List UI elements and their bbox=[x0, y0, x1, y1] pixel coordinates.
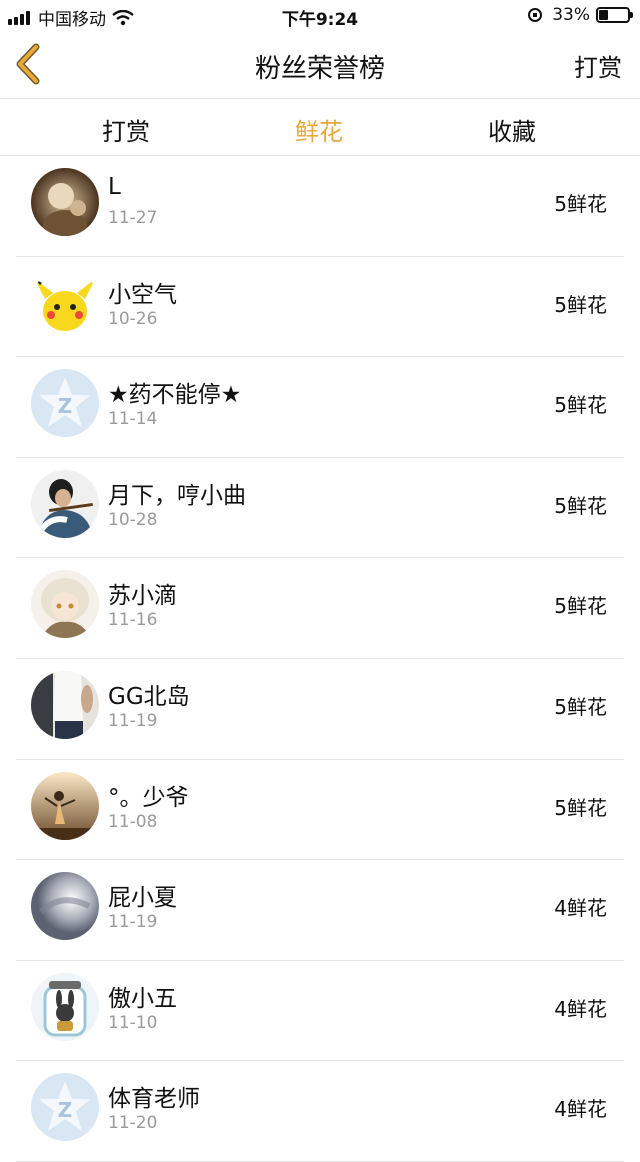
fan-list-item[interactable]: Z 体育老师 11-20 4鲜花 bbox=[0, 1061, 640, 1162]
fan-date: 11-08 bbox=[108, 811, 158, 832]
fan-date: 11-19 bbox=[108, 912, 158, 933]
orientation-lock-icon bbox=[528, 8, 543, 22]
tab-favorites[interactable]: 收藏 bbox=[452, 112, 572, 147]
flower-count: 4鲜花 bbox=[554, 1097, 607, 1122]
fan-list-item[interactable]: 屁小夏 11-19 4鲜花 bbox=[0, 860, 640, 961]
fan-list: L 11-27 5鲜花 小空气 10-26 5鲜花 Z ★药不能停★ 11-14 5鲜花 月下，哼小… bbox=[0, 156, 640, 1162]
flower-count: 4鲜花 bbox=[554, 996, 607, 1021]
fan-list-item[interactable]: °。少爷 11-08 5鲜花 bbox=[0, 760, 640, 861]
fan-date: 11-27 bbox=[108, 208, 158, 228]
fan-date: 11-14 bbox=[108, 409, 158, 430]
fan-list-item[interactable]: GG北岛 11-19 5鲜花 bbox=[0, 659, 640, 760]
fan-name: L bbox=[108, 174, 121, 200]
fan-list-item[interactable]: L 11-27 5鲜花 bbox=[0, 156, 640, 257]
fan-list-item[interactable]: 小空气 10-26 5鲜花 bbox=[0, 257, 640, 358]
avatar[interactable]: Z bbox=[31, 1073, 99, 1142]
fan-list-item[interactable]: 苏小滴 11-16 5鲜花 bbox=[0, 558, 640, 659]
flower-count: 4鲜花 bbox=[554, 896, 607, 921]
fan-name: 体育老师 bbox=[108, 1086, 200, 1113]
avatar[interactable] bbox=[31, 268, 99, 337]
fan-date: 10-26 bbox=[108, 308, 158, 329]
fan-date: 11-10 bbox=[108, 1012, 158, 1033]
avatar[interactable] bbox=[31, 570, 99, 639]
fan-date: 11-19 bbox=[108, 710, 158, 731]
fan-name: ★药不能停★ bbox=[108, 382, 242, 409]
reward-button[interactable]: 打赏 bbox=[574, 48, 622, 83]
page-title: 粉丝荣誉榜 bbox=[254, 54, 385, 84]
fan-date: 11-20 bbox=[108, 1113, 158, 1134]
fan-name: 苏小滴 bbox=[108, 583, 177, 610]
flower-count: 5鲜花 bbox=[554, 292, 607, 317]
fan-name: 小空气 bbox=[108, 281, 177, 308]
flower-count: 5鲜花 bbox=[554, 192, 607, 216]
battery-percent: 33% bbox=[552, 5, 590, 25]
avatar[interactable] bbox=[31, 168, 99, 236]
avatar[interactable] bbox=[31, 469, 99, 538]
tab-reward[interactable]: 打赏 bbox=[66, 112, 186, 147]
tab-bar: 打赏 鲜花 收藏 bbox=[0, 99, 640, 156]
flower-count: 5鲜花 bbox=[554, 694, 607, 719]
fan-list-item[interactable]: 月下，哼小曲 10-28 5鲜花 bbox=[0, 458, 640, 559]
svg-text:Z: Z bbox=[58, 1098, 73, 1122]
fan-name: 屁小夏 bbox=[108, 885, 177, 912]
avatar[interactable]: Z bbox=[31, 369, 99, 438]
avatar[interactable] bbox=[31, 670, 99, 739]
flower-count: 5鲜花 bbox=[554, 393, 607, 418]
fan-date: 11-16 bbox=[108, 610, 158, 631]
flower-count: 5鲜花 bbox=[554, 594, 607, 619]
fan-date: 10-28 bbox=[108, 509, 158, 530]
fan-list-item[interactable]: Z ★药不能停★ 11-14 5鲜花 bbox=[0, 357, 640, 458]
fan-name: °。少爷 bbox=[108, 784, 189, 811]
avatar[interactable] bbox=[31, 972, 99, 1041]
avatar[interactable] bbox=[31, 872, 99, 941]
status-bar: 中国移动 下午9:24 33% bbox=[0, 0, 640, 32]
fan-list-item[interactable]: 傲小五 11-10 4鲜花 bbox=[0, 961, 640, 1062]
flower-count: 5鲜花 bbox=[554, 493, 607, 518]
tab-flowers[interactable]: 鲜花 bbox=[259, 112, 379, 147]
battery-icon bbox=[596, 7, 633, 23]
flower-count: 5鲜花 bbox=[554, 795, 607, 820]
fan-name: GG北岛 bbox=[108, 683, 190, 710]
fan-name: 傲小五 bbox=[108, 985, 177, 1012]
fan-name: 月下，哼小曲 bbox=[108, 482, 246, 509]
navigation-bar: 粉丝荣誉榜 打赏 bbox=[0, 32, 640, 99]
svg-text:Z: Z bbox=[58, 394, 73, 418]
avatar[interactable] bbox=[31, 771, 99, 840]
